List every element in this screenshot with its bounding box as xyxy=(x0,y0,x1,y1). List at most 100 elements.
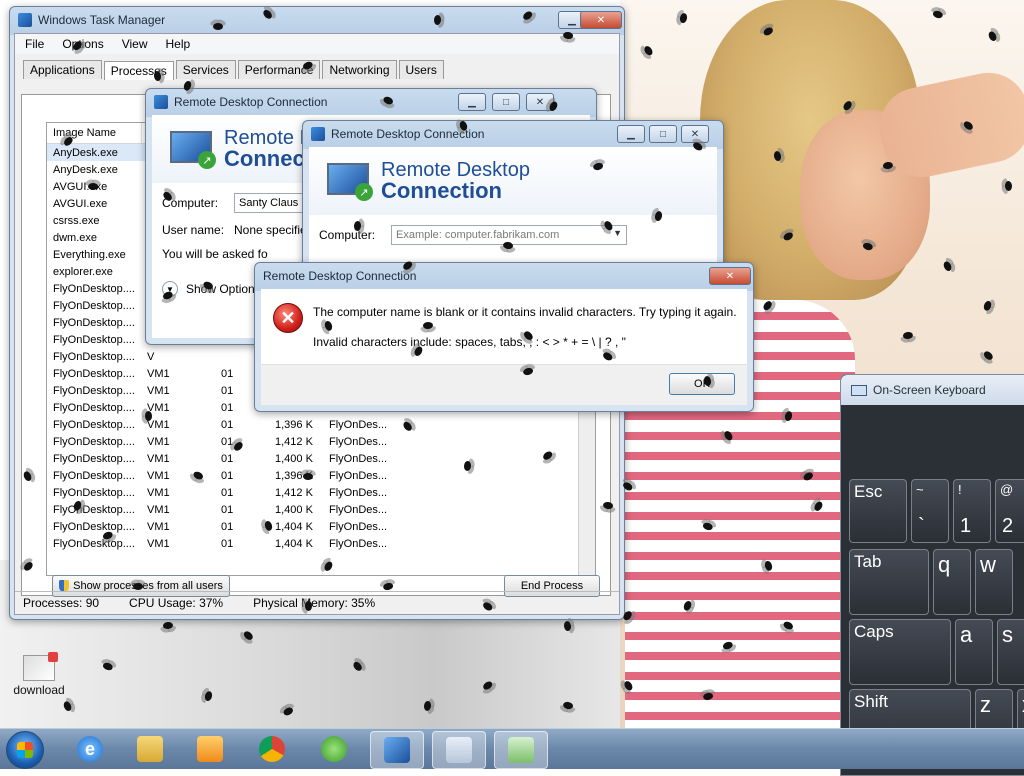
osk-title: On-Screen Keyboard xyxy=(873,383,986,397)
status-processes: Processes: 90 xyxy=(23,596,100,610)
key-q[interactable]: q xyxy=(933,549,971,615)
cell-user: VM1 xyxy=(147,452,170,465)
taskbar-media-player[interactable] xyxy=(184,731,236,767)
table-row[interactable]: FlyOnDesktop.... VM1 01 1,400 K FlyOnDes... xyxy=(47,450,595,467)
table-row[interactable]: FlyOnDesktop.... VM1 01 1,412 K FlyOnDes... xyxy=(47,433,595,450)
fly-icon xyxy=(84,178,102,192)
error-dialog[interactable]: Remote Desktop Connection ✕ ✕ The comput… xyxy=(254,262,754,412)
cell-name: FlyOnDesktop.... xyxy=(53,350,135,363)
error-message: The computer name is blank or it contain… xyxy=(313,305,737,319)
fly-icon xyxy=(300,597,314,615)
cell-name: FlyOnDesktop.... xyxy=(53,452,135,465)
key-tilde[interactable]: ~ ` xyxy=(911,479,949,543)
taskbar-chrome[interactable] xyxy=(246,731,298,767)
key-w[interactable]: w xyxy=(975,549,1013,615)
key-s[interactable]: s xyxy=(997,619,1024,685)
table-row[interactable]: FlyOnDesktop.... VM1 01 1,400 K FlyOnDes... xyxy=(47,501,595,518)
key-a[interactable]: a xyxy=(955,619,993,685)
desktop-icon-download[interactable]: download xyxy=(8,652,70,697)
fly-icon xyxy=(421,697,436,716)
menu-view[interactable]: View xyxy=(122,37,148,51)
key-1-top: ! xyxy=(958,482,962,497)
table-row[interactable]: FlyOnDesktop.... VM1 01 1,396 K FlyOnDes... xyxy=(47,416,595,433)
cell-name: FlyOnDesktop.... xyxy=(53,435,135,448)
cell-name: FlyOnDesktop.... xyxy=(53,520,135,533)
table-row[interactable]: FlyOnDesktop.... VM1 01 1,396 K FlyOnDes... xyxy=(47,467,595,484)
rdc-front-maximize-button[interactable]: □ xyxy=(649,125,677,143)
key-caps[interactable]: Caps xyxy=(849,619,951,685)
key-2[interactable]: @2 xyxy=(995,479,1024,543)
fly-icon xyxy=(159,619,177,634)
cell-mem: 1,412 K xyxy=(275,486,313,499)
close-button[interactable]: ✕ xyxy=(580,11,622,29)
error-dialog-titlebar[interactable]: Remote Desktop Connection xyxy=(255,263,753,289)
cell-user: VM1 xyxy=(147,486,170,499)
rdc-front-icon xyxy=(311,127,325,141)
cell-cpu: 01 xyxy=(221,503,234,516)
error-dialog-title: Remote Desktop Connection xyxy=(263,269,417,283)
start-button[interactable] xyxy=(6,731,44,769)
rdc-back-maximize-button[interactable]: □ xyxy=(492,93,520,111)
chrome-icon xyxy=(259,736,285,762)
key-1[interactable]: ! 1 xyxy=(953,479,991,543)
key-esc[interactable]: Esc xyxy=(849,479,907,543)
cell-name: FlyOnDesktop.... xyxy=(53,469,135,482)
cell-user: V xyxy=(147,350,155,363)
table-row[interactable]: FlyOnDesktop.... VM1 01 1,412 K FlyOnDes... xyxy=(47,484,595,501)
tab-users[interactable]: Users xyxy=(398,60,444,79)
fly-icon xyxy=(431,11,446,29)
keyboard-taskbar-icon xyxy=(446,737,472,763)
status-memory: Physical Memory: 35% xyxy=(253,596,376,610)
tab-networking[interactable]: Networking xyxy=(322,60,397,79)
cell-user: VM1 xyxy=(147,503,170,516)
taskbar-remote-desktop[interactable] xyxy=(370,731,424,769)
fly-icon xyxy=(1000,177,1015,195)
fly-icon xyxy=(701,371,716,390)
menu-file[interactable]: File xyxy=(25,37,44,51)
taskbar-windows-explorer[interactable] xyxy=(124,731,176,767)
rdc-back-user-label: User name: xyxy=(162,223,225,237)
cell-cpu: 01 xyxy=(221,486,234,499)
cell-desc: FlyOnDes... xyxy=(329,418,388,431)
table-row[interactable]: FlyOnDesktop.... VM1 01 1,404 K FlyOnDes... xyxy=(47,535,595,552)
cell-user: VM1 xyxy=(147,520,170,533)
taskbar: e xyxy=(0,728,1024,769)
cell-desc: FlyOnDes... xyxy=(329,503,388,516)
cell-name: AnyDesk.exe xyxy=(53,163,118,176)
taskbar-utorrent[interactable] xyxy=(308,731,360,767)
rdc-front-computer-row: Computer: Example: computer.fabrikam.com… xyxy=(319,225,717,245)
fly-icon xyxy=(879,159,898,174)
cell-name: explorer.exe xyxy=(53,265,113,278)
taskbar-keyboard[interactable] xyxy=(432,731,486,769)
cell-mem: 1,404 K xyxy=(275,520,313,533)
cell-cpu: 01 xyxy=(221,537,234,550)
tab-applications[interactable]: Applications xyxy=(23,60,102,79)
taskbar-task-manager[interactable] xyxy=(494,731,548,769)
desktop-icon-label: download xyxy=(13,683,65,697)
rdc-front-minimize-button[interactable]: ▁ xyxy=(617,125,645,143)
error-detail: Invalid characters include: spaces, tabs… xyxy=(313,335,626,349)
cell-user: VM1 xyxy=(147,384,170,397)
key-tab[interactable]: Tab xyxy=(849,549,929,615)
fly-icon xyxy=(151,66,166,85)
cell-name: FlyOnDesktop.... xyxy=(53,418,135,431)
rdc-logo-icon: ↗ xyxy=(170,129,216,169)
menu-help[interactable]: Help xyxy=(166,37,191,51)
cell-desc: FlyOnDes... xyxy=(329,520,388,533)
rdc-back-minimize-button[interactable]: ▁ xyxy=(458,93,486,111)
cell-desc: FlyOnDes... xyxy=(329,435,388,448)
taskbar-internet-explorer[interactable]: e xyxy=(64,731,116,767)
fly-icon xyxy=(561,616,576,635)
cell-mem: 1,400 K xyxy=(275,503,313,516)
cell-name: AVGUI.exe xyxy=(53,197,108,210)
osk-titlebar[interactable]: On-Screen Keyboard xyxy=(841,375,1024,405)
cell-name: FlyOnDesktop.... xyxy=(53,333,135,346)
error-close-button[interactable]: ✕ xyxy=(709,267,751,285)
on-screen-keyboard[interactable]: On-Screen Keyboard Esc ~ ` ! 1 @2 Tab q w … xyxy=(840,374,1024,776)
show-options-label[interactable]: Show Options xyxy=(186,282,261,296)
key-2-top: @ xyxy=(1000,482,1014,497)
rdc-back-notice: You will be asked fo xyxy=(162,247,268,261)
cell-name: AnyDesk.exe xyxy=(53,146,118,159)
table-row[interactable]: FlyOnDesktop.... VM1 01 1,404 K FlyOnDes... xyxy=(47,518,595,535)
error-icon: ✕ xyxy=(273,303,303,333)
